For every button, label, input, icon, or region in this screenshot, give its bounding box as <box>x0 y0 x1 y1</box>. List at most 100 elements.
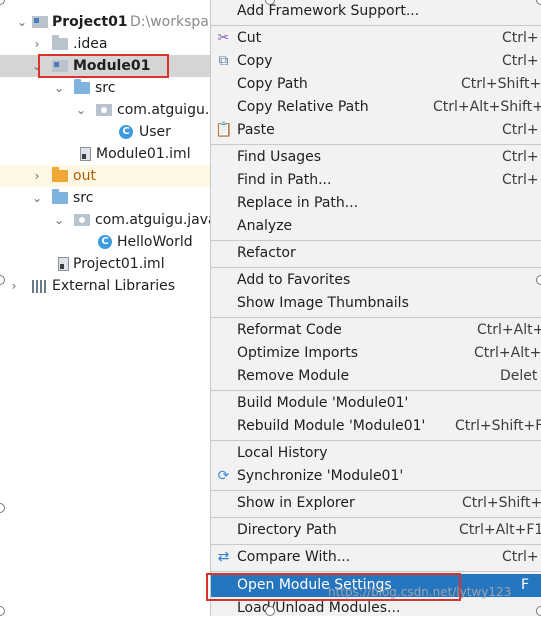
menu-separator <box>211 544 541 545</box>
menu-label: Replace in Path... <box>237 195 359 211</box>
menu-separator <box>211 440 541 441</box>
project-tree: ⌄ Project01 D:\workspa › .idea ⌄ Module0… <box>0 0 218 616</box>
chevron-down-icon[interactable]: ⌄ <box>30 187 44 209</box>
tree-row-idea[interactable]: › .idea <box>0 33 210 55</box>
tree-row-user-class[interactable]: C User <box>0 121 210 143</box>
menu-separator <box>211 390 541 391</box>
menu-label: Cut <box>237 30 262 46</box>
paste-icon: 📋 <box>215 122 233 138</box>
menu-item-analyze[interactable]: Analyze <box>211 215 541 238</box>
menu-label: Copy <box>237 53 273 69</box>
menu-separator <box>211 267 541 268</box>
menu-item-compare-with[interactable]: ⇄ Compare With... Ctrl+ <box>211 546 541 569</box>
project-name: Project01 <box>52 14 128 30</box>
menu-label: Remove Module <box>237 368 350 384</box>
menu-item-rebuild-module[interactable]: Rebuild Module 'Module01' Ctrl+Shift+F <box>211 415 541 438</box>
tree-row-module-package[interactable]: ⌄ com.atguigu.b <box>0 99 218 121</box>
chevron-down-icon[interactable]: ⌄ <box>74 99 88 121</box>
menu-label: Copy Path <box>237 76 308 92</box>
menu-shortcut: Ctrl+Shift+ <box>462 495 541 511</box>
menu-item-paste[interactable]: 📋 Paste Ctrl+ <box>211 119 541 142</box>
runnable-class-icon: C <box>98 235 112 249</box>
tree-label-package: com.atguigu.java <box>95 212 217 228</box>
iml-file-icon <box>80 147 91 161</box>
menu-item-remove-module[interactable]: Remove Module Delet <box>211 365 541 388</box>
class-icon: C <box>119 125 133 139</box>
menu-label: Find Usages <box>237 149 322 165</box>
resize-handle-bottom-right[interactable] <box>536 606 541 616</box>
tree-row-src[interactable]: ⌄ src <box>0 187 210 209</box>
menu-item-find-in-path[interactable]: Find in Path... Ctrl+ <box>211 169 541 192</box>
menu-label: Show in Explorer <box>237 495 355 511</box>
menu-item-copy[interactable]: ⧉ Copy Ctrl+ <box>211 50 541 73</box>
menu-item-optimize-imports[interactable]: Optimize Imports Ctrl+Alt+ <box>211 342 541 365</box>
menu-label: Rebuild Module 'Module01' <box>237 418 426 434</box>
tree-row-package[interactable]: ⌄ com.atguigu.java <box>0 209 217 231</box>
tree-label-module-iml: Module01.iml <box>96 146 191 162</box>
menu-label: Show Image Thumbnails <box>237 295 409 311</box>
menu-item-find-usages[interactable]: Find Usages Ctrl+ <box>211 146 541 169</box>
chevron-down-icon[interactable]: ⌄ <box>15 11 29 33</box>
chevron-right-icon[interactable]: › <box>30 165 44 187</box>
menu-label: Local History <box>237 445 328 461</box>
menu-item-add-framework[interactable]: Add Framework Support... <box>211 0 541 23</box>
menu-shortcut: Ctrl+ <box>502 122 539 138</box>
menu-item-add-to-favorites[interactable]: Add to Favorites <box>211 269 541 292</box>
menu-item-synchronize[interactable]: ⟳ Synchronize 'Module01' <box>211 465 541 488</box>
tree-row-out[interactable]: › out <box>0 165 210 187</box>
menu-shortcut: Ctrl+ <box>502 30 539 46</box>
chevron-right-icon[interactable]: › <box>30 33 44 55</box>
sync-icon: ⟳ <box>217 468 230 484</box>
menu-item-copy-relative-path[interactable]: Copy Relative Path Ctrl+Alt+Shift+ <box>211 96 541 119</box>
menu-separator <box>211 240 541 241</box>
tree-row-module-src[interactable]: ⌄ src <box>0 77 210 99</box>
menu-shortcut: Ctrl+ <box>502 149 539 165</box>
menu-item-copy-path[interactable]: Copy Path Ctrl+Shift+ <box>211 73 541 96</box>
menu-item-local-history[interactable]: Local History <box>211 442 541 465</box>
tree-label-module-package: com.atguigu.b <box>117 102 219 118</box>
menu-item-build-module[interactable]: Build Module 'Module01' <box>211 392 541 415</box>
tree-label-src: src <box>73 190 94 206</box>
menu-label: Copy Relative Path <box>237 99 369 115</box>
menu-item-show-in-explorer[interactable]: Show in Explorer Ctrl+Shift+ <box>211 492 541 515</box>
menu-shortcut: Ctrl+ <box>502 549 539 565</box>
menu-label: Paste <box>237 122 275 138</box>
resize-handle-bottom[interactable] <box>265 606 275 616</box>
menu-item-show-image-thumbnails[interactable]: Show Image Thumbnails <box>211 292 541 315</box>
source-folder-icon <box>74 79 90 94</box>
watermark: https://blog.csdn.net/lytwy123 <box>328 585 512 599</box>
menu-item-cut[interactable]: ✂ Cut Ctrl+ <box>211 27 541 50</box>
menu-shortcut: Delet <box>500 368 538 384</box>
menu-label: Optimize Imports <box>237 345 358 361</box>
tree-label-external-libraries: External Libraries <box>52 278 175 294</box>
chevron-down-icon[interactable]: ⌄ <box>52 77 66 99</box>
tree-label-user: User <box>139 124 171 140</box>
package-icon <box>96 104 112 116</box>
tree-row-external-libraries[interactable]: › External Libraries <box>0 275 210 297</box>
iml-file-icon <box>58 257 69 271</box>
menu-item-reformat-code[interactable]: Reformat Code Ctrl+Alt+ <box>211 319 541 342</box>
tree-label-idea: .idea <box>73 36 108 52</box>
tree-row-module-iml[interactable]: Module01.iml <box>0 143 210 165</box>
tree-label-helloworld: HelloWorld <box>117 234 193 250</box>
menu-separator <box>211 571 541 572</box>
menu-shortcut: Ctrl+Alt+Shift+ <box>433 99 541 115</box>
tree-label-out: out <box>73 168 96 184</box>
resize-handle-right[interactable] <box>536 275 541 285</box>
menu-label: Add Framework Support... <box>237 3 420 19</box>
tree-row-helloworld[interactable]: C HelloWorld <box>0 231 210 253</box>
menu-item-directory-path[interactable]: Directory Path Ctrl+Alt+F1 <box>211 519 541 542</box>
menu-separator <box>211 517 541 518</box>
menu-item-refactor[interactable]: Refactor <box>211 242 541 265</box>
tree-row-project-iml[interactable]: Project01.iml <box>0 253 210 275</box>
menu-item-replace-in-path[interactable]: Replace in Path... <box>211 192 541 215</box>
chevron-right-icon[interactable]: › <box>7 275 21 297</box>
menu-label: Refactor <box>237 245 296 261</box>
chevron-down-icon[interactable]: ⌄ <box>52 209 66 231</box>
tree-label-module-src: src <box>95 80 116 96</box>
menu-label: Synchronize 'Module01' <box>237 468 404 484</box>
menu-shortcut: Ctrl+Alt+ <box>474 345 541 361</box>
menu-shortcut: Ctrl+ <box>502 172 539 188</box>
menu-shortcut: F <box>521 577 530 593</box>
tree-row-project[interactable]: ⌄ Project01 D:\workspa <box>0 11 210 33</box>
